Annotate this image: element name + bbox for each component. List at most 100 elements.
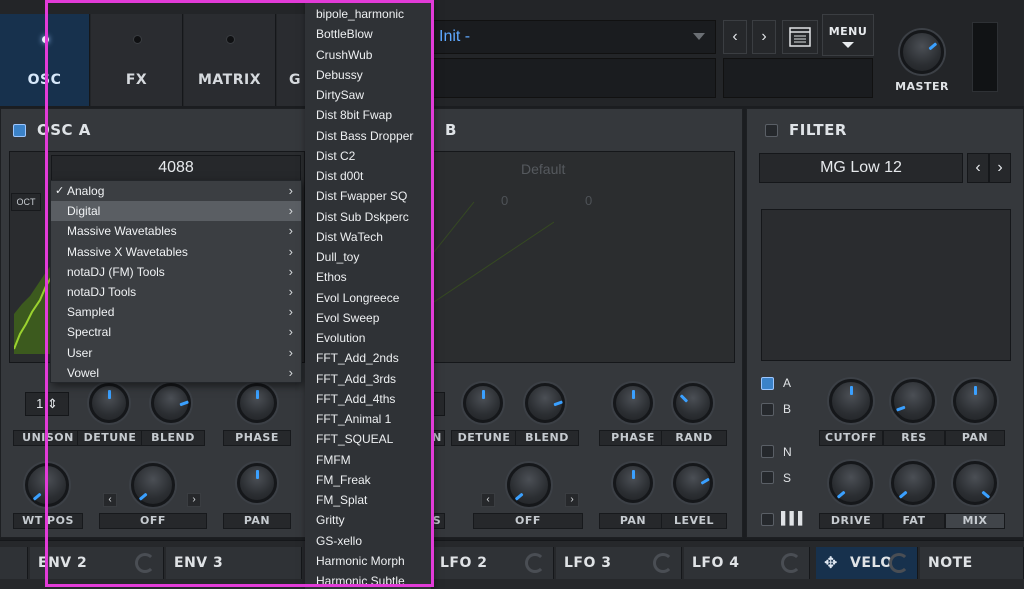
menu-item-user[interactable]: User ›: [51, 343, 301, 363]
unison-voices-stepper[interactable]: 1 ⇕: [25, 392, 69, 416]
list-item[interactable]: FFT_Add_4ths: [305, 389, 431, 409]
list-item[interactable]: Dist 8bit Fwap: [305, 105, 431, 125]
list-item[interactable]: Dist d00t: [305, 166, 431, 186]
list-item[interactable]: Dist Bass Dropper: [305, 126, 431, 146]
list-item[interactable]: Evol Sweep: [305, 308, 431, 328]
warp-next-button[interactable]: ›: [565, 493, 579, 507]
move-icon[interactable]: ✥: [824, 553, 837, 573]
menu-item-massive-wavetables[interactable]: Massive Wavetables ›: [51, 221, 301, 241]
list-item[interactable]: FFT_SQUEAL: [305, 429, 431, 449]
level-knob[interactable]: [673, 463, 713, 503]
list-item[interactable]: Dist Sub Dskperc: [305, 207, 431, 227]
phase-knob[interactable]: [613, 383, 653, 423]
filter-route-sub-checkbox[interactable]: [761, 471, 774, 484]
osc-a-enable-checkbox[interactable]: [13, 124, 26, 137]
osc-b-wavetable-display[interactable]: [433, 151, 735, 363]
filter-route-b-checkbox[interactable]: [761, 403, 774, 416]
cutoff-knob[interactable]: [829, 379, 873, 423]
wavetable-name[interactable]: Default: [521, 161, 565, 177]
unison-voices-stepper[interactable]: [431, 392, 445, 416]
filter-response-display[interactable]: [761, 209, 1011, 361]
drive-knob[interactable]: [829, 461, 873, 505]
warp-prev-button[interactable]: ‹: [103, 493, 117, 507]
warp-mode-label[interactable]: OFF: [473, 513, 583, 529]
warp-next-button[interactable]: ›: [187, 493, 201, 507]
list-item[interactable]: FM_Splat: [305, 490, 431, 510]
menu-item-massive-x-wavetables[interactable]: Massive X Wavetables ›: [51, 242, 301, 262]
list-item[interactable]: Dull_toy: [305, 247, 431, 267]
rand-knob[interactable]: [673, 383, 713, 423]
menu-item-spectral[interactable]: Spectral ›: [51, 322, 301, 342]
pan-knob[interactable]: [237, 463, 277, 503]
list-item[interactable]: FM_Freak: [305, 470, 431, 490]
tab-env-1[interactable]: [0, 547, 28, 579]
tab-env-3[interactable]: ENV 3: [166, 547, 302, 579]
oct-button[interactable]: OCT: [11, 193, 41, 211]
master-volume-knob[interactable]: [900, 30, 944, 74]
tab-matrix[interactable]: MATRIX: [184, 14, 276, 106]
blend-knob[interactable]: [151, 383, 191, 423]
filter-next-button[interactable]: ›: [989, 153, 1011, 183]
filter-enable-checkbox[interactable]: [765, 124, 778, 137]
list-item[interactable]: Dist Fwapper SQ: [305, 186, 431, 206]
osc-b-panel: B Default 0 0 N DETUNE BLEND PHASE RAND …: [428, 108, 743, 538]
list-item[interactable]: FFT_Add_3rds: [305, 369, 431, 389]
warp-knob[interactable]: [507, 463, 551, 507]
list-item[interactable]: GS-xello: [305, 531, 431, 551]
list-item[interactable]: Harmonic Subtle: [305, 571, 431, 589]
wt-pos-knob[interactable]: [25, 463, 69, 507]
filter-route-a-checkbox[interactable]: [761, 377, 774, 390]
menu-item-vowel[interactable]: Vowel ›: [51, 363, 301, 383]
tab-velo[interactable]: ✥ VELO: [816, 547, 918, 579]
res-knob[interactable]: [891, 379, 935, 423]
wavetable-position-display[interactable]: 4088: [51, 155, 301, 181]
list-item[interactable]: BottleBlow: [305, 24, 431, 44]
menu-item-notadj-tools[interactable]: notaDJ Tools ›: [51, 282, 301, 302]
list-item[interactable]: bipole_harmonic: [305, 4, 431, 24]
tab-lfo-4[interactable]: LFO 4: [684, 547, 810, 579]
list-item[interactable]: Ethos: [305, 267, 431, 287]
list-item[interactable]: CrushWub: [305, 45, 431, 65]
pan-knob[interactable]: [613, 463, 653, 503]
menu-item-digital[interactable]: Digital ›: [51, 201, 301, 222]
prev-preset-button[interactable]: ‹: [723, 20, 747, 54]
tab-lfo-2[interactable]: LFO 2: [432, 547, 554, 579]
list-item[interactable]: DirtySaw: [305, 85, 431, 105]
tab-lfo-3[interactable]: LFO 3: [556, 547, 682, 579]
list-item[interactable]: FFT_Add_2nds: [305, 348, 431, 368]
warp-prev-button[interactable]: ‹: [481, 493, 495, 507]
list-item[interactable]: Gritty: [305, 510, 431, 530]
list-item[interactable]: Dist C2: [305, 146, 431, 166]
filter-route-noise-checkbox[interactable]: [761, 445, 774, 458]
list-item[interactable]: Evol Longreece: [305, 288, 431, 308]
filter-type-selector[interactable]: MG Low 12: [759, 153, 963, 183]
detune-knob[interactable]: [89, 383, 129, 423]
mix-knob[interactable]: [953, 461, 997, 505]
preset-browser-button[interactable]: [782, 20, 818, 54]
list-item[interactable]: FFT_Animal 1: [305, 409, 431, 429]
filter-pan-knob[interactable]: [953, 379, 997, 423]
list-item[interactable]: Evolution: [305, 328, 431, 348]
tab-osc[interactable]: OSC: [0, 14, 90, 106]
warp-knob[interactable]: [131, 463, 175, 507]
menu-item-sampled[interactable]: Sampled ›: [51, 302, 301, 322]
menu-item-notadj-fm-tools[interactable]: notaDJ (FM) Tools ›: [51, 262, 301, 282]
list-item[interactable]: Harmonic Morph: [305, 551, 431, 571]
tab-note[interactable]: NOTE: [920, 547, 1024, 579]
menu-button[interactable]: MENU: [822, 14, 874, 56]
tab-env-2[interactable]: ENV 2: [30, 547, 164, 579]
list-item[interactable]: Debussy: [305, 65, 431, 85]
list-item[interactable]: Dist WaTech: [305, 227, 431, 247]
blend-knob[interactable]: [525, 383, 565, 423]
keytrack-checkbox[interactable]: [761, 513, 774, 526]
list-item[interactable]: FMFM: [305, 450, 431, 470]
phase-knob[interactable]: [237, 383, 277, 423]
tab-fx[interactable]: FX: [91, 14, 183, 106]
menu-item-analog[interactable]: ✓ Analog ›: [51, 181, 301, 201]
next-preset-button[interactable]: ›: [752, 20, 776, 54]
filter-prev-button[interactable]: ‹: [967, 153, 989, 183]
detune-knob[interactable]: [463, 383, 503, 423]
warp-mode-label[interactable]: OFF: [99, 513, 207, 529]
preset-selector[interactable]: Init -: [430, 20, 716, 54]
fat-knob[interactable]: [891, 461, 935, 505]
